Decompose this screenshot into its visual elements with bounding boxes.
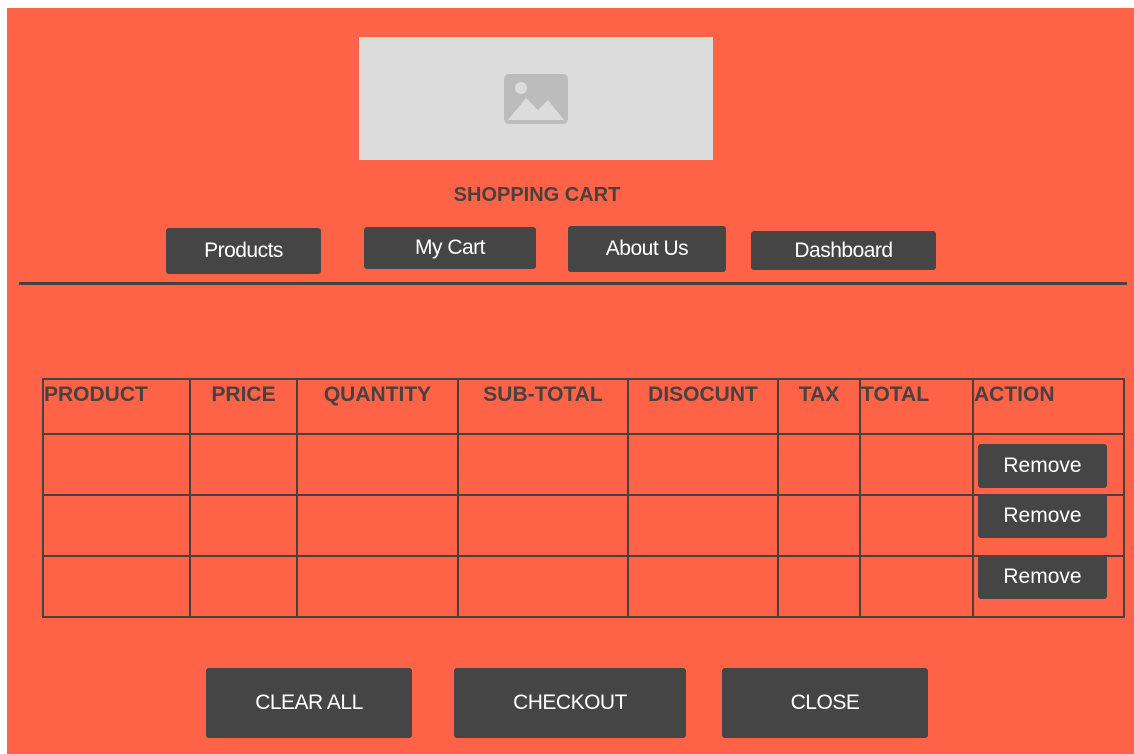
close-button[interactable]: CLOSE: [722, 668, 928, 738]
nav-dashboard-button[interactable]: Dashboard: [751, 231, 936, 270]
table-row: Remove: [42, 433, 1125, 496]
remove-button[interactable]: Remove: [978, 555, 1107, 599]
cart-window: SHOPPING CART Products My Cart About Us …: [7, 8, 1134, 754]
cell-discount: [627, 433, 779, 496]
image-placeholder-icon: [504, 73, 568, 124]
cell-quantity: [296, 494, 459, 557]
column-header-total: TOTAL: [859, 378, 974, 435]
cell-product: [42, 494, 191, 557]
cell-discount: [627, 494, 779, 557]
cell-product: [42, 433, 191, 496]
cell-sub-total: [457, 555, 629, 618]
header-divider: [19, 282, 1127, 285]
cell-action: Remove: [972, 494, 1125, 557]
nav-my-cart-button[interactable]: My Cart: [364, 227, 536, 269]
cell-action: Remove: [972, 555, 1125, 618]
cell-tax: [777, 494, 861, 557]
cell-sub-total: [457, 494, 629, 557]
cell-tax: [777, 555, 861, 618]
table-row: Remove: [42, 555, 1125, 618]
cell-product: [42, 555, 191, 618]
cell-sub-total: [457, 433, 629, 496]
cell-quantity: [296, 433, 459, 496]
column-header-quantity: QUANTITY: [296, 378, 459, 435]
cell-quantity: [296, 555, 459, 618]
page-title: SHOPPING CART: [453, 184, 621, 206]
remove-button[interactable]: Remove: [978, 494, 1107, 538]
cell-total: [859, 555, 974, 618]
nav-about-us-button[interactable]: About Us: [568, 226, 726, 272]
cell-tax: [777, 433, 861, 496]
logo-placeholder: [359, 37, 713, 160]
cell-price: [189, 433, 298, 496]
column-header-product: PRODUCT: [42, 378, 191, 435]
column-header-sub-total: SUB-TOTAL: [457, 378, 629, 435]
checkout-button[interactable]: CHECKOUT: [454, 668, 686, 738]
table-row: Remove: [42, 494, 1125, 557]
nav-products-button[interactable]: Products: [166, 228, 321, 274]
cell-price: [189, 494, 298, 557]
table-header-row: PRODUCT PRICE QUANTITY SUB-TOTAL DISOCUN…: [42, 378, 1125, 435]
remove-button[interactable]: Remove: [978, 444, 1107, 488]
cell-discount: [627, 555, 779, 618]
cell-price: [189, 555, 298, 618]
cell-action: Remove: [972, 433, 1125, 496]
cart-table: PRODUCT PRICE QUANTITY SUB-TOTAL DISOCUN…: [42, 378, 1125, 618]
cell-total: [859, 494, 974, 557]
column-header-action: ACTION: [972, 378, 1125, 435]
column-header-price: PRICE: [189, 378, 298, 435]
clear-all-button[interactable]: CLEAR ALL: [206, 668, 412, 738]
cell-total: [859, 433, 974, 496]
column-header-discount: DISOCUNT: [627, 378, 779, 435]
column-header-tax: TAX: [777, 378, 861, 435]
